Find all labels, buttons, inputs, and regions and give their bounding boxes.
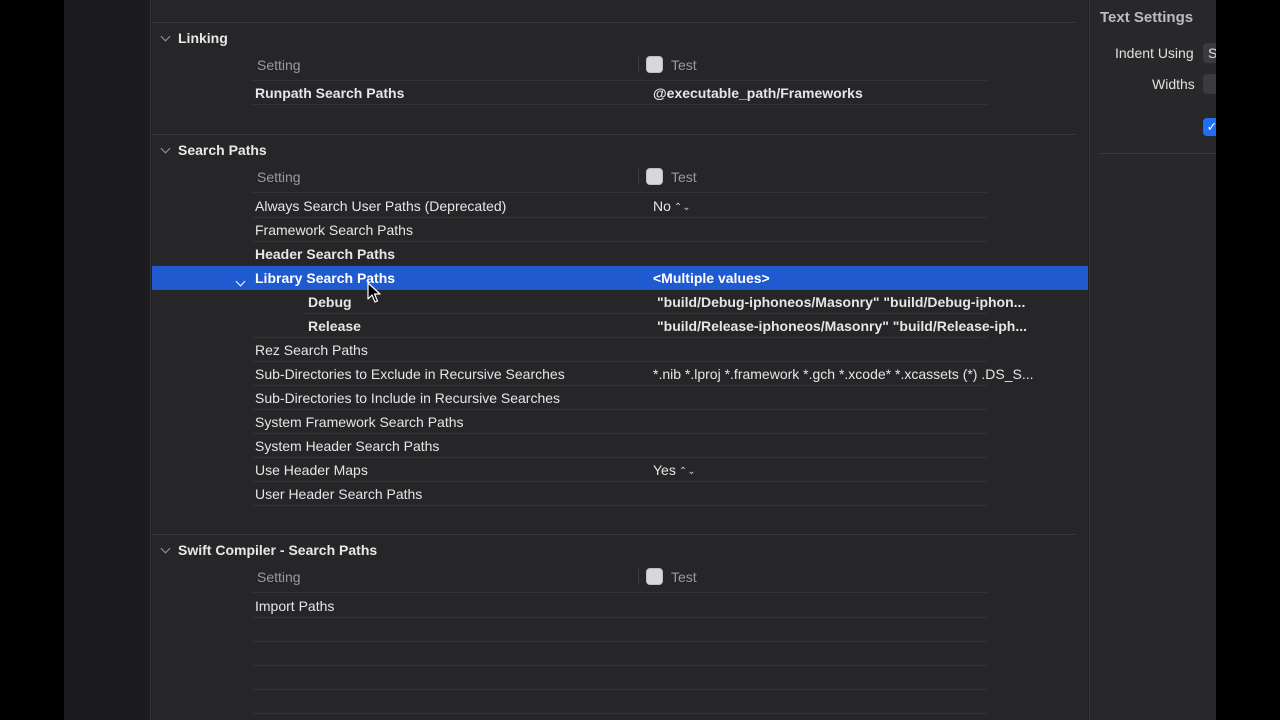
up-down-chevron-icon: ⌃⌄	[678, 466, 696, 477]
column-divider[interactable]	[638, 569, 639, 585]
popup-value: No	[653, 198, 671, 214]
setting-name: Runpath Search Paths	[255, 85, 405, 101]
chevron-down-icon[interactable]	[235, 276, 246, 287]
column-header: Setting Test	[152, 163, 1088, 189]
row-divider	[252, 713, 988, 714]
chevron-down-icon[interactable]	[160, 143, 170, 153]
setting-row-always-search-user-paths[interactable]: Always Search User Paths (Deprecated) No…	[152, 194, 1088, 218]
section-title: Search Paths	[178, 142, 267, 158]
setting-value[interactable]: <Multiple values>	[653, 270, 770, 286]
navigator-pane	[64, 0, 151, 720]
column-header: Setting Test	[152, 563, 1088, 589]
setting-name: Import Paths	[255, 598, 335, 614]
widths-label: Widths	[1152, 76, 1195, 92]
setting-name: User Header Search Paths	[255, 486, 423, 502]
row-divider	[252, 689, 988, 690]
setting-row-runpath-search-paths[interactable]: Runpath Search Paths @executable_path/Fr…	[152, 81, 1088, 105]
setting-row-rez-search-paths[interactable]: Rez Search Paths	[152, 338, 1088, 362]
section-header-search-paths[interactable]: Search Paths	[152, 139, 267, 161]
target-icon	[646, 568, 663, 585]
row-divider	[252, 617, 988, 618]
row-divider	[252, 641, 988, 642]
row-divider	[252, 192, 988, 193]
column-divider[interactable]	[638, 57, 639, 73]
setting-name: Framework Search Paths	[255, 222, 413, 238]
setting-value[interactable]: *.nib *.lproj *.framework *.gch *.xcode*…	[653, 366, 1033, 382]
checkbox[interactable]: ✓	[1203, 118, 1216, 136]
widths-field[interactable]	[1203, 74, 1216, 94]
setting-value[interactable]: "build/Release-iphoneos/Masonry" "build/…	[657, 318, 1027, 334]
section-separator	[152, 534, 1076, 535]
chevron-down-icon[interactable]	[160, 543, 170, 553]
target-label: Test	[671, 168, 697, 185]
setting-row-import-paths[interactable]: Import Paths	[152, 594, 1088, 618]
setting-row-subdirs-exclude[interactable]: Sub-Directories to Exclude in Recursive …	[152, 362, 1088, 386]
setting-value-popup[interactable]: No ⌃⌄	[653, 198, 691, 214]
section-separator	[152, 134, 1076, 135]
setting-row-debug[interactable]: Debug "build/Debug-iphoneos/Masonry" "bu…	[152, 290, 1088, 314]
setting-row-header-search-paths[interactable]: Header Search Paths	[152, 242, 1088, 266]
section-separator	[152, 22, 1076, 23]
setting-row-framework-search-paths[interactable]: Framework Search Paths	[152, 218, 1088, 242]
setting-value[interactable]: "build/Debug-iphoneos/Masonry" "build/De…	[657, 294, 1025, 310]
setting-value-popup[interactable]: Yes ⌃⌄	[653, 462, 696, 478]
row-divider	[252, 592, 988, 593]
target-column[interactable]: Test	[646, 568, 697, 585]
section-title: Swift Compiler - Search Paths	[178, 542, 378, 558]
section-header-swift-compiler[interactable]: Swift Compiler - Search Paths	[152, 539, 377, 561]
setting-row-release[interactable]: Release "build/Release-iphoneos/Masonry"…	[152, 314, 1088, 338]
target-column[interactable]: Test	[646, 56, 697, 73]
indent-using-label: Indent Using	[1115, 45, 1194, 61]
setting-name: System Header Search Paths	[255, 438, 440, 454]
column-divider[interactable]	[638, 169, 639, 185]
config-name: Debug	[308, 294, 352, 310]
target-icon	[646, 168, 663, 185]
setting-name: Sub-Directories to Include in Recursive …	[255, 390, 561, 406]
setting-row-subdirs-include[interactable]: Sub-Directories to Include in Recursive …	[152, 386, 1088, 410]
setting-name: System Framework Search Paths	[255, 414, 464, 430]
section-header-linking[interactable]: Linking	[152, 27, 228, 49]
target-label: Test	[671, 568, 697, 585]
setting-column-label: Setting	[257, 57, 301, 73]
row-divider	[252, 665, 988, 666]
up-down-chevron-icon: ⌃⌄	[673, 202, 691, 213]
text-settings-title: Text Settings	[1100, 9, 1194, 26]
target-label: Test	[671, 56, 697, 73]
setting-name: Always Search User Paths (Deprecated)	[255, 198, 507, 214]
setting-value[interactable]: @executable_path/Frameworks	[653, 85, 863, 101]
chevron-down-icon[interactable]	[160, 31, 170, 41]
section-title: Linking	[178, 30, 228, 46]
setting-name: Rez Search Paths	[255, 342, 368, 358]
setting-column-label: Setting	[257, 569, 301, 585]
mouse-pointer-icon	[367, 282, 381, 303]
popup-value: Yes	[653, 462, 676, 478]
inspector-pane: Text Settings Indent Using S Widths ✓	[1089, 0, 1216, 720]
xcode-window: Linking Setting Test Runpath Search Path…	[64, 0, 1216, 720]
column-header: Setting Test	[152, 51, 1088, 77]
setting-row-system-framework-search-paths[interactable]: System Framework Search Paths	[152, 410, 1088, 434]
setting-row-system-header-search-paths[interactable]: System Header Search Paths	[152, 434, 1088, 458]
setting-name: Sub-Directories to Exclude in Recursive …	[255, 366, 565, 382]
inspector-separator	[1100, 153, 1216, 154]
target-icon	[646, 56, 663, 73]
setting-row-library-search-paths[interactable]: Library Search Paths <Multiple values>	[152, 266, 1088, 290]
setting-name: Header Search Paths	[255, 246, 396, 262]
build-settings-editor: Linking Setting Test Runpath Search Path…	[152, 0, 1088, 720]
indent-using-popup[interactable]: S	[1203, 43, 1216, 63]
row-divider	[252, 104, 988, 105]
setting-column-label: Setting	[257, 169, 301, 185]
row-divider	[252, 505, 988, 506]
target-column[interactable]: Test	[646, 168, 697, 185]
setting-name: Use Header Maps	[255, 462, 368, 478]
setting-row-use-header-maps[interactable]: Use Header Maps Yes ⌃⌄	[152, 458, 1088, 482]
setting-row-user-header-search-paths[interactable]: User Header Search Paths	[152, 482, 1088, 506]
config-name: Release	[308, 318, 361, 334]
